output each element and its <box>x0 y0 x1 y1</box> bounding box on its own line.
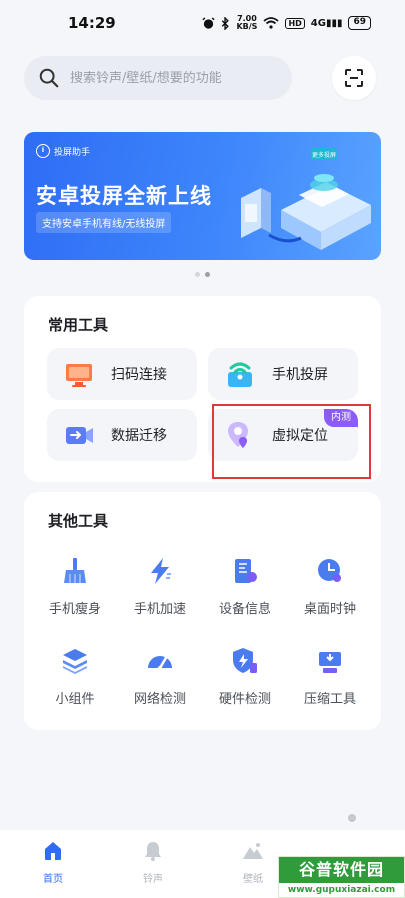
tool-label: 虚拟定位 <box>272 428 328 444</box>
device-info-icon <box>235 559 257 583</box>
search-icon <box>39 68 59 88</box>
logo-icon: i <box>36 144 50 158</box>
screen-cast-illustration: 更多投屏 <box>241 148 371 250</box>
speedometer-icon <box>148 654 172 670</box>
nav-ringtone[interactable]: 铃声 <box>118 840 188 885</box>
grid-label: 桌面时钟 <box>303 602 356 617</box>
banner-pagination <box>195 272 210 277</box>
other-tools-card: 其他工具 手机瘦身 手机加速 设备信息 桌面时钟 小组件 网络检测 硬件检测 压… <box>24 492 381 730</box>
search-bar[interactable] <box>24 56 292 100</box>
banner-logo-text: 投屏助手 <box>54 147 91 158</box>
nav-label: 首页 <box>43 874 63 885</box>
network-type: 4G <box>310 17 326 29</box>
video-transfer-icon <box>66 427 93 444</box>
bluetooth-icon <box>222 16 230 30</box>
other-tools-title: 其他工具 <box>48 512 109 530</box>
grid-label: 手机加速 <box>133 602 186 617</box>
hd-badge: HD <box>285 17 305 29</box>
battery-indicator: 69 <box>348 16 371 30</box>
grid-item-compress-tool[interactable]: 压缩工具 <box>288 646 372 708</box>
grid-label: 小组件 <box>55 692 95 707</box>
status-icons: 7.00 KB/S HD 4G▮▮▮ 69 <box>202 15 371 31</box>
location-pin-icon <box>228 422 248 448</box>
wifi-cast-icon <box>228 362 252 387</box>
layers-icon <box>63 649 87 674</box>
promo-banner[interactable]: i 投屏助手 安卓投屏全新上线 支持安卓手机有线/无线投屏 更多投屏 <box>24 132 381 260</box>
banner-title: 安卓投屏全新上线 <box>36 184 212 208</box>
compress-icon <box>319 652 341 673</box>
pagination-dot[interactable] <box>195 272 200 277</box>
signal-indicator: 4G▮▮▮ <box>310 17 343 29</box>
grid-label: 手机瘦身 <box>48 602 101 617</box>
tool-label: 手机投屏 <box>272 367 328 383</box>
wifi-icon <box>263 17 280 29</box>
watermark-url: www.gupuxiazai.com <box>287 885 396 895</box>
scan-connect-button[interactable]: 扫码连接 <box>47 348 197 400</box>
broom-icon <box>64 558 86 583</box>
search-row <box>24 56 376 100</box>
illustration-tag: 更多投屏 <box>312 151 336 159</box>
status-bar: 14:29 7.00 KB/S HD 4G▮▮▮ 69 <box>0 0 405 46</box>
grid-item-phone-boost[interactable]: 手机加速 <box>118 556 202 618</box>
tool-label: 扫码连接 <box>111 367 167 383</box>
grid-label: 网络检测 <box>133 692 186 707</box>
bell-icon <box>145 842 161 861</box>
grid-item-widget[interactable]: 小组件 <box>33 646 117 708</box>
watermark-title: 谷普软件园 <box>279 857 404 883</box>
phone-cast-button[interactable]: 手机投屏 <box>208 348 358 400</box>
scan-button[interactable] <box>332 56 376 100</box>
speed-unit: KB/S <box>236 22 258 31</box>
grid-label: 设备信息 <box>218 602 271 617</box>
grid-item-network-check[interactable]: 网络检测 <box>118 646 202 708</box>
tool-label: 数据迁移 <box>111 428 167 444</box>
grid-label: 压缩工具 <box>303 692 356 707</box>
nav-label: 铃声 <box>143 874 163 885</box>
status-time: 14:29 <box>68 14 116 32</box>
alarm-icon <box>202 16 216 29</box>
nav-home[interactable]: 首页 <box>18 840 88 885</box>
banner-logo: i 投屏助手 <box>36 144 90 158</box>
search-input[interactable] <box>70 70 280 86</box>
grid-item-phone-clean[interactable]: 手机瘦身 <box>33 556 117 618</box>
common-tools-title: 常用工具 <box>48 316 109 334</box>
shield-icon <box>233 648 257 673</box>
network-speed: 7.00 KB/S <box>236 15 257 31</box>
data-migration-button[interactable]: 数据迁移 <box>47 409 197 461</box>
grid-label: 硬件检测 <box>218 692 271 707</box>
scan-icon <box>345 69 363 87</box>
lightning-icon <box>151 558 171 584</box>
home-icon <box>45 842 61 860</box>
virtual-location-button[interactable]: 虚拟定位 内测 <box>208 409 358 461</box>
pagination-dot-active[interactable] <box>205 272 210 277</box>
grid-item-device-info[interactable]: 设备信息 <box>203 556 287 618</box>
mountain-icon <box>243 843 263 859</box>
grid-item-hardware-check[interactable]: 硬件检测 <box>203 646 287 708</box>
beta-badge: 内测 <box>324 409 358 427</box>
site-watermark: 谷普软件园 www.gupuxiazai.com <box>278 856 405 898</box>
grid-item-desktop-clock[interactable]: 桌面时钟 <box>288 556 372 618</box>
common-tools-card: 常用工具 扫码连接 手机投屏 数据迁移 虚拟定位 内测 <box>24 296 381 482</box>
monitor-icon <box>66 364 92 387</box>
notification-dot <box>348 814 356 822</box>
banner-subtitle: 支持安卓手机有线/无线投屏 <box>36 212 172 233</box>
clock-icon <box>318 559 341 582</box>
